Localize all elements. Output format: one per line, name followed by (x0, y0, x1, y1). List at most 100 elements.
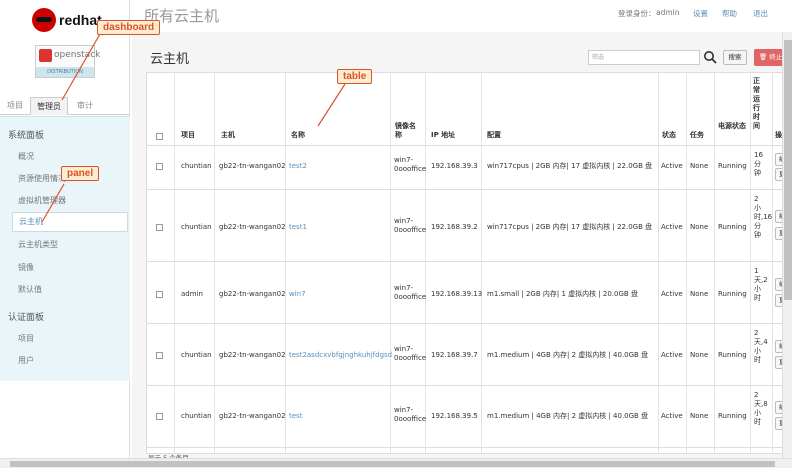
content-title: 云主机 (150, 52, 190, 67)
select-all-checkbox[interactable] (156, 133, 163, 140)
cell-status: Active (661, 412, 683, 420)
instances-table: 项目 主机 名称 镜像名称 IP 地址 配置 状态 任务 电源状态 正常运行时间… (146, 72, 792, 454)
cell-task: None (690, 351, 709, 359)
cell-ip: 192.168.39.3 (431, 162, 478, 170)
cell-project: chuntian (181, 223, 212, 231)
brand-name: redhat (59, 12, 102, 28)
nav-users[interactable]: 用户 (18, 355, 128, 366)
cell-project: chuntian (181, 162, 212, 170)
sidebar: redhat openstack DISTRIBUTION 项目 管理员 审计 … (0, 0, 130, 458)
cell-host: gb22-tn-wangan02 (219, 412, 286, 420)
cell-task: None (690, 412, 709, 420)
col-power[interactable]: 电源状态 (718, 122, 746, 131)
scroll-thumb[interactable] (784, 40, 792, 300)
cell-task: None (690, 290, 709, 298)
cell-power: Running (718, 223, 747, 231)
cell-status: Active (661, 223, 683, 231)
col-host[interactable]: 主机 (221, 131, 235, 140)
section-system[interactable]: 系统面板 (8, 128, 44, 141)
vertical-scrollbar[interactable] (782, 32, 792, 458)
col-project[interactable]: 项目 (181, 131, 195, 140)
sidebar-tabs: 项目 管理员 审计 (0, 97, 130, 115)
cell-image: win7-0oooffice (394, 406, 427, 423)
nav-hypervisors[interactable]: 虚拟机管理器 (18, 195, 128, 206)
help-link[interactable]: 帮助 (722, 8, 737, 19)
cell-image: win7-0oooffice (394, 156, 427, 173)
horizontal-scrollbar[interactable] (0, 458, 792, 468)
col-config[interactable]: 配置 (487, 131, 501, 140)
openstack-icon (39, 49, 52, 62)
cell-ip: 192.168.39.5 (431, 412, 478, 420)
instance-link[interactable]: test1 (289, 223, 307, 231)
annotation-table: table (337, 69, 373, 84)
cell-status: Active (661, 162, 683, 170)
cell-power: Running (718, 162, 747, 170)
cell-ip: 192.168.39.7 (431, 351, 478, 359)
nav-defaults[interactable]: 默认值 (18, 284, 128, 295)
search-icon[interactable] (702, 49, 718, 65)
cell-uptime: 1天,2小时 (754, 267, 768, 302)
cell-project: chuntian (181, 351, 212, 359)
main-content: 云主机 筛选 搜索 🗑 终止 项目 主机 名称 镜像名称 IP 地址 配置 状态… (132, 32, 792, 462)
col-image[interactable]: 镜像名称 (395, 122, 421, 140)
cell-uptime: 2天,8小时 (754, 391, 768, 426)
cell-uptime: 2天,4小时 (754, 329, 768, 364)
col-uptime[interactable]: 正常运行时间 (753, 77, 762, 131)
cell-status: Active (661, 351, 683, 359)
cell-power: Running (718, 351, 747, 359)
cell-host: gb22-tn-wangan02 (219, 223, 286, 231)
cell-task: None (690, 162, 709, 170)
cell-ip: 192.168.39.13 (431, 290, 483, 298)
nav-flavors[interactable]: 云主机类型 (18, 239, 128, 250)
nav-panel: 系统面板 概况 资源使用情况 虚拟机管理器 云主机 云主机类型 镜像 默认值 认… (0, 116, 130, 381)
filter-input[interactable]: 筛选 (588, 50, 700, 65)
cell-status: Active (661, 290, 683, 298)
row-checkbox[interactable] (156, 163, 163, 170)
cell-host: gb22-tn-wangan02 (219, 162, 286, 170)
trash-icon: 🗑 (759, 53, 768, 61)
row-checkbox[interactable] (156, 352, 163, 359)
search-button[interactable]: 搜索 (723, 50, 747, 65)
cell-config: win717cpus | 2GB 内存| 17 虚拟内核 | 22.0GB 盘 (487, 223, 653, 231)
col-name[interactable]: 名称 (291, 131, 305, 140)
logout-link[interactable]: 退出 (753, 8, 768, 19)
settings-link[interactable]: 设置 (693, 8, 708, 19)
col-task[interactable]: 任务 (690, 131, 704, 140)
row-checkbox[interactable] (156, 291, 163, 298)
cell-image: win7-0oooffice (394, 217, 427, 234)
redhat-hat-icon (32, 8, 56, 32)
cell-power: Running (718, 290, 747, 298)
cell-image: win7-0oooffice (394, 345, 427, 362)
product-name: openstack (54, 50, 101, 60)
cell-task: None (690, 223, 709, 231)
nav-overview[interactable]: 概况 (18, 151, 128, 162)
cell-uptime: 16分钟 (754, 151, 763, 177)
scroll-thumb[interactable] (10, 461, 775, 467)
row-checkbox[interactable] (156, 224, 163, 231)
cell-image: win7-0oooffice (394, 284, 427, 301)
cell-config: win717cpus | 2GB 内存| 17 虚拟内核 | 22.0GB 盘 (487, 162, 653, 170)
cell-project: admin (181, 290, 203, 298)
cell-host: gb22-tn-wangan02 (219, 351, 286, 359)
section-identity[interactable]: 认证面板 (8, 310, 44, 323)
instance-link[interactable]: test (289, 412, 302, 420)
instance-link[interactable]: win7 (289, 290, 306, 298)
tab-admin[interactable]: 管理员 (30, 97, 68, 115)
nav-instances[interactable]: 云主机 (12, 212, 128, 232)
tab-audit[interactable]: 审计 (70, 97, 100, 115)
cell-config: m1.medium | 4GB 内存| 2 虚拟内核 | 40.0GB 盘 (487, 412, 649, 420)
openstack-logo[interactable]: openstack DISTRIBUTION (35, 45, 100, 78)
nav-projects[interactable]: 项目 (18, 333, 128, 344)
col-ip[interactable]: IP 地址 (431, 131, 455, 140)
user-name: admin (656, 8, 680, 17)
nav-images[interactable]: 镜像 (18, 262, 128, 273)
tab-project[interactable]: 项目 (2, 97, 28, 115)
terminate-label: 终止 (769, 53, 783, 61)
instance-link[interactable]: test2 (289, 162, 307, 170)
row-checkbox[interactable] (156, 413, 163, 420)
instance-link[interactable]: test2asdcxvbfgjnghkuhjfdgsd (289, 351, 392, 359)
annotation-dashboard: dashboard (97, 20, 161, 35)
cell-project: chuntian (181, 412, 212, 420)
col-status[interactable]: 状态 (662, 131, 676, 140)
cell-host: gb22-tn-wangan02 (219, 290, 286, 298)
